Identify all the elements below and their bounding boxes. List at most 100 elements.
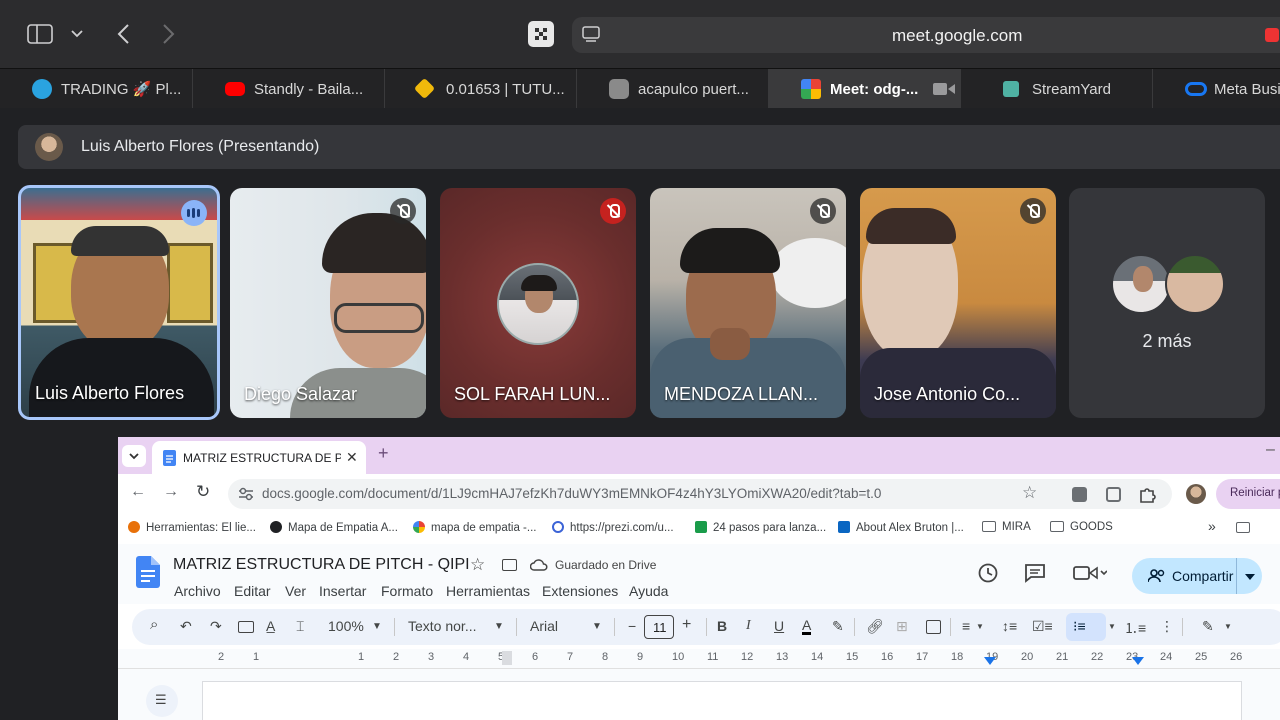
document-title[interactable]: MATRIZ ESTRUCTURA DE PITCH - QIPI <box>173 556 470 574</box>
right-indent-marker[interactable] <box>1132 657 1144 665</box>
tab-standly[interactable]: Standly - Baila... <box>193 69 385 109</box>
docs-logo-icon[interactable] <box>136 556 160 588</box>
increase-font-icon[interactable]: + <box>682 616 691 634</box>
participant-tile[interactable]: Jose Antonio Co... <box>860 188 1056 418</box>
participant-tile[interactable]: Luis Alberto Flores <box>18 185 220 420</box>
share-label: Compartir <box>1172 568 1234 584</box>
underline-icon[interactable]: U <box>774 618 784 634</box>
more-bookmarks-icon[interactable]: » <box>1208 518 1216 534</box>
image-icon[interactable] <box>926 620 941 634</box>
left-margin-marker[interactable] <box>502 651 512 665</box>
reload-icon[interactable]: ↻ <box>196 482 210 502</box>
menu-insertar[interactable]: Insertar <box>319 583 366 599</box>
bookmark-item[interactable]: https://prezi.com/u... <box>552 521 674 534</box>
redo-icon[interactable]: ↷ <box>210 618 222 635</box>
site-settings-icon[interactable] <box>238 487 254 501</box>
more-participants-label: 2 más <box>1142 331 1192 351</box>
close-icon[interactable]: ✕ <box>346 449 358 466</box>
outline-button[interactable]: ☰ <box>146 685 178 717</box>
menu-archivo[interactable]: Archivo <box>174 583 221 599</box>
history-icon[interactable] <box>977 562 999 584</box>
tab-docs[interactable]: MATRIZ ESTRUCTURA DE PITCH ✕ <box>152 441 366 474</box>
tab-search-button[interactable] <box>122 445 146 467</box>
address-bar[interactable]: docs.google.com/document/d/1LJ9cmHAJ7efz… <box>228 479 1172 509</box>
menu-extensiones[interactable]: Extensiones <box>542 583 618 599</box>
new-tab-icon[interactable]: + <box>378 443 389 464</box>
line-spacing-icon[interactable]: ↕≡ <box>1002 618 1017 634</box>
menu-herramientas[interactable]: Herramientas <box>446 583 530 599</box>
document-page[interactable] <box>202 681 1242 720</box>
indent-marker[interactable] <box>984 657 996 665</box>
participant-tile[interactable]: MENDOZA LLAN... <box>650 188 846 418</box>
chevron-down-icon[interactable] <box>1245 574 1255 580</box>
more-icon[interactable]: ⋮ <box>1160 618 1174 635</box>
forward-icon[interactable]: → <box>163 483 179 501</box>
bold-icon[interactable]: B <box>717 618 727 634</box>
menu-formato[interactable]: Formato <box>381 583 433 599</box>
tab-streamyard[interactable]: StreamYard <box>961 69 1153 109</box>
reset-button[interactable]: Reiniciar p <box>1216 479 1280 509</box>
comment-add-icon[interactable]: ⊞ <box>896 618 908 635</box>
docs-icon <box>163 450 176 466</box>
meet-icon[interactable] <box>1073 565 1107 581</box>
editing-mode-icon[interactable]: ✎ <box>1202 618 1214 635</box>
search-icon[interactable]: ⌕ <box>150 616 158 633</box>
bookmark-item[interactable]: 24 pasos para lanza... <box>695 521 826 534</box>
bookmark-item[interactable]: Mapa de Empatia A... <box>270 521 398 534</box>
puzzle-icon[interactable] <box>1138 485 1156 503</box>
link-icon[interactable]: 🔗︎ <box>866 618 884 635</box>
folder-icon[interactable] <box>1236 522 1250 533</box>
participant-tile[interactable]: Diego Salazar <box>230 188 426 418</box>
address-bar[interactable]: meet.google.com <box>572 17 1280 53</box>
hair <box>71 226 169 256</box>
star-icon[interactable]: ☆ <box>1022 483 1037 503</box>
bookmark-item[interactable]: mapa de empatia -... <box>413 521 536 534</box>
tab-trading[interactable]: TRADING 🚀 Pl... <box>0 69 193 109</box>
bookmark-item[interactable]: About Alex Bruton |... <box>838 521 964 534</box>
bulleted-list-button[interactable]: ⁝≡ <box>1066 613 1106 641</box>
align-icon[interactable]: ≡ <box>962 618 970 634</box>
sidebar-icon[interactable] <box>27 24 53 44</box>
bookmark-folder[interactable]: GOODS <box>1050 521 1113 533</box>
move-folder-icon[interactable] <box>502 559 517 571</box>
extension-icon[interactable] <box>528 21 554 47</box>
page-menu-icon[interactable] <box>582 26 600 44</box>
facebook-icon[interactable] <box>1072 487 1087 502</box>
minimize-icon[interactable]: – <box>1266 441 1275 459</box>
forward-icon[interactable] <box>162 24 176 44</box>
back-icon[interactable] <box>116 24 130 44</box>
highlight-icon[interactable]: ✎ <box>832 618 844 635</box>
print-icon[interactable] <box>238 621 254 633</box>
font-select[interactable]: Arial <box>530 618 558 634</box>
undo-icon[interactable]: ↶ <box>180 618 192 635</box>
bookmark-item[interactable]: Herramientas: El lie... <box>128 521 256 534</box>
more-participants-tile[interactable]: 2 más <box>1069 188 1265 418</box>
menu-ver[interactable]: Ver <box>285 583 306 599</box>
text-color-icon[interactable]: A <box>802 618 812 635</box>
font-size-input[interactable]: 11 <box>644 615 674 639</box>
bookmark-folder[interactable]: MIRA <box>982 521 1031 533</box>
chevron-down-icon: ▼ <box>494 621 504 632</box>
comment-icon[interactable] <box>1024 563 1046 583</box>
decrease-font-icon[interactable]: − <box>628 618 636 634</box>
tab-binance[interactable]: 0.01653 | TUTU... <box>385 69 577 109</box>
checklist-icon[interactable]: ☑≡ <box>1032 618 1053 635</box>
back-icon[interactable]: ← <box>130 483 146 501</box>
menu-editar[interactable]: Editar <box>234 583 271 599</box>
style-select[interactable]: Texto nor... <box>408 618 476 634</box>
paint-format-icon[interactable]: ⌶ <box>296 618 304 635</box>
menu-ayuda[interactable]: Ayuda <box>629 583 668 599</box>
share-button[interactable]: Compartir <box>1132 558 1262 594</box>
participant-tile[interactable]: SOL FARAH LUN... <box>440 188 636 418</box>
extension-icon[interactable] <box>1106 487 1121 502</box>
tab-meet[interactable]: Meet: odg-... <box>769 69 961 109</box>
zoom-select[interactable]: 100% <box>328 618 364 634</box>
star-icon[interactable]: ☆ <box>470 555 485 575</box>
tab-meta[interactable]: Meta Busi <box>1153 69 1280 109</box>
italic-icon[interactable]: I <box>746 618 751 634</box>
chevron-down-icon[interactable] <box>71 30 83 38</box>
spellcheck-icon[interactable]: A̲ <box>266 618 275 634</box>
profile-avatar[interactable] <box>1186 484 1206 504</box>
tab-acapulco[interactable]: acapulco puert... <box>577 69 769 109</box>
numbered-list-icon[interactable]: ⒈≡ <box>1124 618 1146 638</box>
